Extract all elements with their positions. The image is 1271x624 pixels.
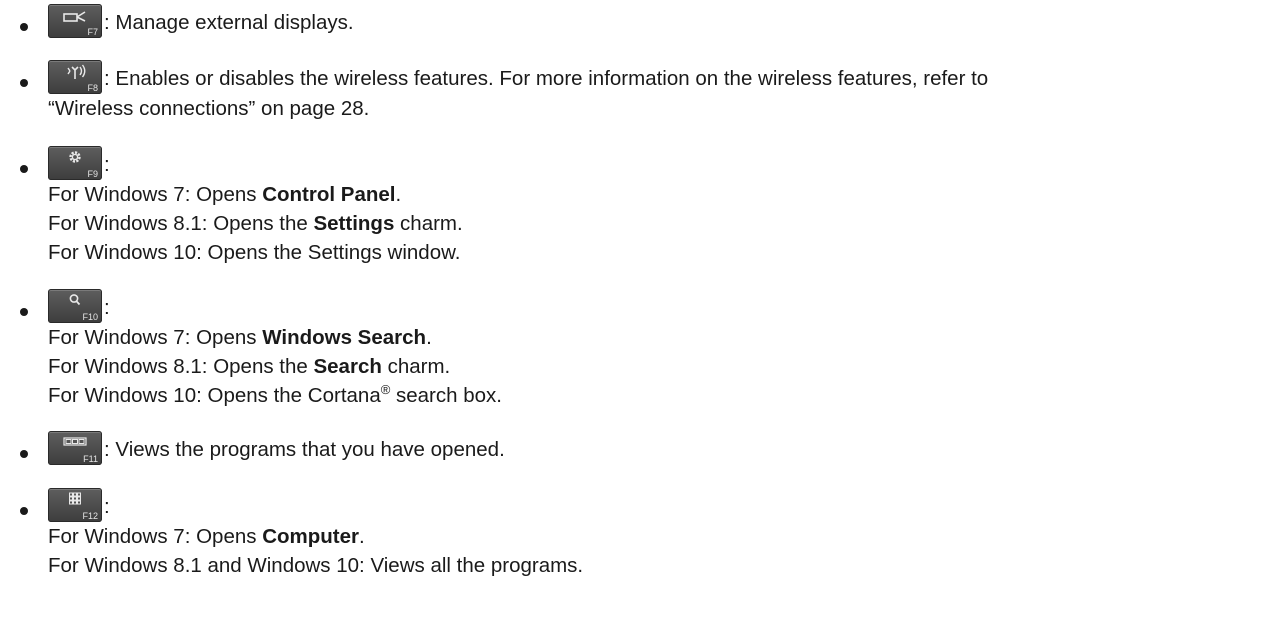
key-label: F11 xyxy=(83,454,98,464)
f8-key: F8 xyxy=(48,60,102,94)
list-item-f9: F9 : For Windows 7: Opens Control Panel.… xyxy=(0,142,1265,267)
key-label: F12 xyxy=(82,511,98,521)
list-item-f10: F10 : For Windows 7: Opens Windows Searc… xyxy=(0,285,1265,410)
item-description-continued: “Wireless connections” on page 28. xyxy=(48,97,370,120)
wireless-icon xyxy=(67,64,86,79)
item-description: : Manage external displays. xyxy=(104,11,354,34)
document-page: F7 : Manage external displays. F8 : Enab… xyxy=(0,0,1271,624)
colon: : xyxy=(104,153,110,176)
all-programs-grid-icon xyxy=(69,492,81,505)
list-item-f12: F12 : For Windows 7: Opens Computer. For… xyxy=(0,484,1265,580)
search-icon xyxy=(69,294,81,306)
bullet xyxy=(0,165,48,180)
f11-key: F11 xyxy=(48,431,102,465)
bullet xyxy=(0,23,48,38)
description-line: For Windows 10: Opens the Settings windo… xyxy=(48,241,461,264)
colon: : xyxy=(104,296,110,319)
list-item-f8: F8 : Enables or disables the wireless fe… xyxy=(0,56,1265,123)
description-line: For Windows 8.1: Opens the Search charm. xyxy=(48,355,451,378)
f9-key: F9 xyxy=(48,146,102,180)
key-label: F7 xyxy=(87,27,98,37)
key-label: F10 xyxy=(82,312,98,322)
description-line: For Windows 8.1: Opens the Settings char… xyxy=(48,212,463,235)
list-item-f7: F7 : Manage external displays. xyxy=(0,0,1265,38)
f12-key: F12 xyxy=(48,488,102,522)
description-line: For Windows 7: Opens Computer. xyxy=(48,525,365,548)
f7-key: F7 xyxy=(48,4,102,38)
bullet xyxy=(0,308,48,323)
key-label: F9 xyxy=(87,169,98,179)
description-line: For Windows 7: Opens Control Panel. xyxy=(48,183,402,206)
item-description: : Enables or disables the wireless featu… xyxy=(104,67,989,90)
description-line: For Windows 10: Opens the Cortana® searc… xyxy=(48,382,502,407)
f10-key: F10 xyxy=(48,289,102,323)
bullet xyxy=(0,450,48,465)
list-item-f11: F11 : Views the programs that you have o… xyxy=(0,427,1265,465)
colon: : xyxy=(104,495,110,518)
description-line: For Windows 7: Opens Windows Search. xyxy=(48,326,432,349)
settings-gear-icon xyxy=(69,151,81,163)
item-description: : Views the programs that you have opene… xyxy=(104,438,505,461)
description-line: For Windows 8.1 and Windows 10: Views al… xyxy=(48,554,584,577)
external-display-icon xyxy=(63,11,86,22)
open-programs-icon xyxy=(63,437,87,446)
bullet xyxy=(0,507,48,522)
bullet xyxy=(0,79,48,94)
key-label: F8 xyxy=(87,83,98,93)
